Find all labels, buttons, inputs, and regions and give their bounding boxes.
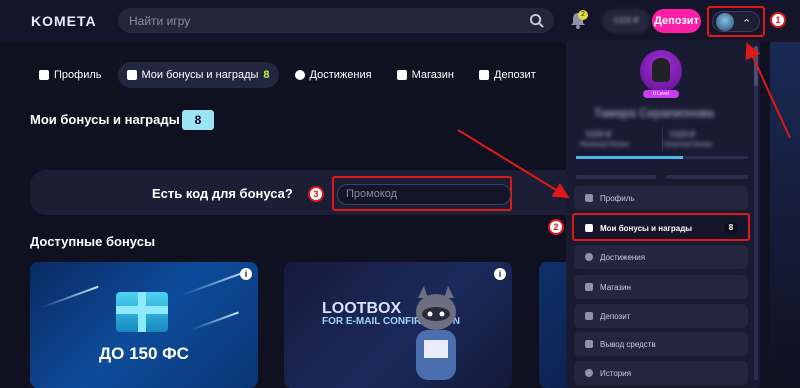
trophy-icon bbox=[585, 253, 593, 261]
tab-bonuses[interactable]: Мои бонусы и награды 8 bbox=[117, 62, 279, 88]
menu-label: Депозит bbox=[600, 311, 631, 321]
menu-item-deposit[interactable]: Депозит bbox=[574, 304, 748, 328]
shop-icon bbox=[585, 283, 593, 291]
comet-streak bbox=[181, 270, 249, 296]
profile-menu-button[interactable]: ⌃ bbox=[712, 11, 760, 32]
tab-label: Профиль bbox=[54, 69, 102, 81]
profile-nav: Профиль Мои бонусы и награды 8 Достижени… bbox=[30, 62, 545, 88]
menu-label: Достижения bbox=[600, 252, 646, 262]
search-input[interactable]: Найти игру bbox=[129, 14, 190, 28]
promo-label: Есть код для бонуса? bbox=[152, 186, 293, 201]
promo-input[interactable]: Промокод bbox=[337, 184, 511, 205]
available-bonuses-title: Доступные бонусы bbox=[30, 234, 156, 249]
info-icon[interactable]: i bbox=[240, 268, 252, 280]
menu-item-profile[interactable]: Профиль bbox=[574, 186, 748, 210]
grid-icon bbox=[585, 194, 593, 202]
callout-2: 2 bbox=[548, 219, 564, 235]
menu-item-shop[interactable]: Магазин bbox=[574, 275, 748, 299]
notification-badge: 2 bbox=[578, 10, 588, 20]
real-balance-value: 5329 ₽ bbox=[586, 130, 612, 139]
wallet-icon bbox=[479, 70, 489, 80]
shop-icon bbox=[396, 70, 407, 80]
tab-profile[interactable]: Профиль bbox=[30, 62, 111, 88]
menu-label: Профиль bbox=[600, 193, 635, 203]
comet-streak bbox=[191, 311, 239, 331]
search-bar[interactable]: Найти игру bbox=[118, 8, 554, 33]
progress-bar bbox=[576, 156, 748, 159]
tab-label: Мои бонусы и награды bbox=[141, 69, 259, 81]
top-header: KOMETA Найти игру 2 5329 ₽ Депозит ⌃ bbox=[0, 0, 800, 42]
info-icon[interactable]: i bbox=[494, 268, 506, 280]
real-balance-label: Реальный баланс bbox=[580, 142, 630, 148]
grid-icon bbox=[39, 70, 49, 80]
raccoon-mascot-icon bbox=[416, 286, 456, 380]
divider bbox=[666, 175, 748, 179]
profile-menu-highlight: ⌃ bbox=[707, 6, 765, 37]
comet-streak bbox=[41, 285, 99, 309]
tab-achievements[interactable]: Достижения bbox=[286, 62, 381, 88]
card-title: ДО 150 ФС bbox=[99, 344, 189, 363]
bonus-balance-value: 5329 ₽ bbox=[670, 130, 696, 139]
search-icon[interactable] bbox=[529, 13, 544, 28]
menu-item-history[interactable]: История bbox=[574, 361, 748, 385]
logo[interactable]: KOMETA bbox=[31, 13, 97, 29]
callout-3: 3 bbox=[308, 186, 324, 202]
menu-label: История bbox=[600, 368, 632, 378]
page-title: Мои бонусы и награды bbox=[30, 112, 180, 127]
chevron-up-icon: ⌃ bbox=[742, 18, 752, 30]
menu-highlight bbox=[572, 213, 750, 241]
bonus-card[interactable]: ДО 150 ФС i bbox=[30, 262, 258, 388]
tab-label: Магазин bbox=[411, 69, 454, 81]
gift-box-icon bbox=[116, 292, 168, 332]
user-avatar bbox=[640, 50, 682, 92]
divider bbox=[662, 126, 663, 152]
promo-highlight: Промокод bbox=[332, 176, 512, 211]
tab-shop[interactable]: Магазин bbox=[388, 62, 463, 88]
menu-label: Магазин bbox=[600, 282, 631, 292]
username: Тамара Серапионова bbox=[594, 106, 714, 120]
clock-icon bbox=[585, 369, 593, 377]
3d-icon bbox=[126, 70, 137, 80]
withdraw-icon bbox=[585, 340, 593, 348]
trophy-icon bbox=[294, 70, 305, 80]
tab-label: Депозит bbox=[494, 69, 536, 81]
balance-display: 5329 ₽ bbox=[602, 9, 650, 33]
tab-count: 8 bbox=[263, 69, 270, 81]
tab-label: Достижения bbox=[309, 69, 372, 81]
divider bbox=[576, 175, 656, 179]
bonus-balance-label: Бонусный баланс bbox=[664, 142, 713, 148]
wallet-icon bbox=[585, 312, 593, 320]
count-badge: 8 bbox=[182, 110, 214, 130]
tab-deposit[interactable]: Депозит bbox=[470, 62, 545, 88]
callout-1: 1 bbox=[770, 12, 786, 28]
dropdown-scrollbar[interactable] bbox=[754, 46, 758, 380]
background-decoration bbox=[770, 42, 800, 388]
deposit-button[interactable]: Депозит bbox=[652, 9, 701, 33]
menu-item-withdraw[interactable]: Вывод средств bbox=[574, 332, 748, 356]
rank-badge: 0 Level bbox=[643, 90, 679, 98]
menu-item-achievements[interactable]: Достижения bbox=[574, 245, 748, 269]
menu-label: Вывод средств bbox=[600, 339, 656, 349]
avatar bbox=[716, 13, 734, 31]
bonus-card[interactable]: LOOTBOX FOR E-MAIL CONFIRMATION i bbox=[284, 262, 512, 388]
